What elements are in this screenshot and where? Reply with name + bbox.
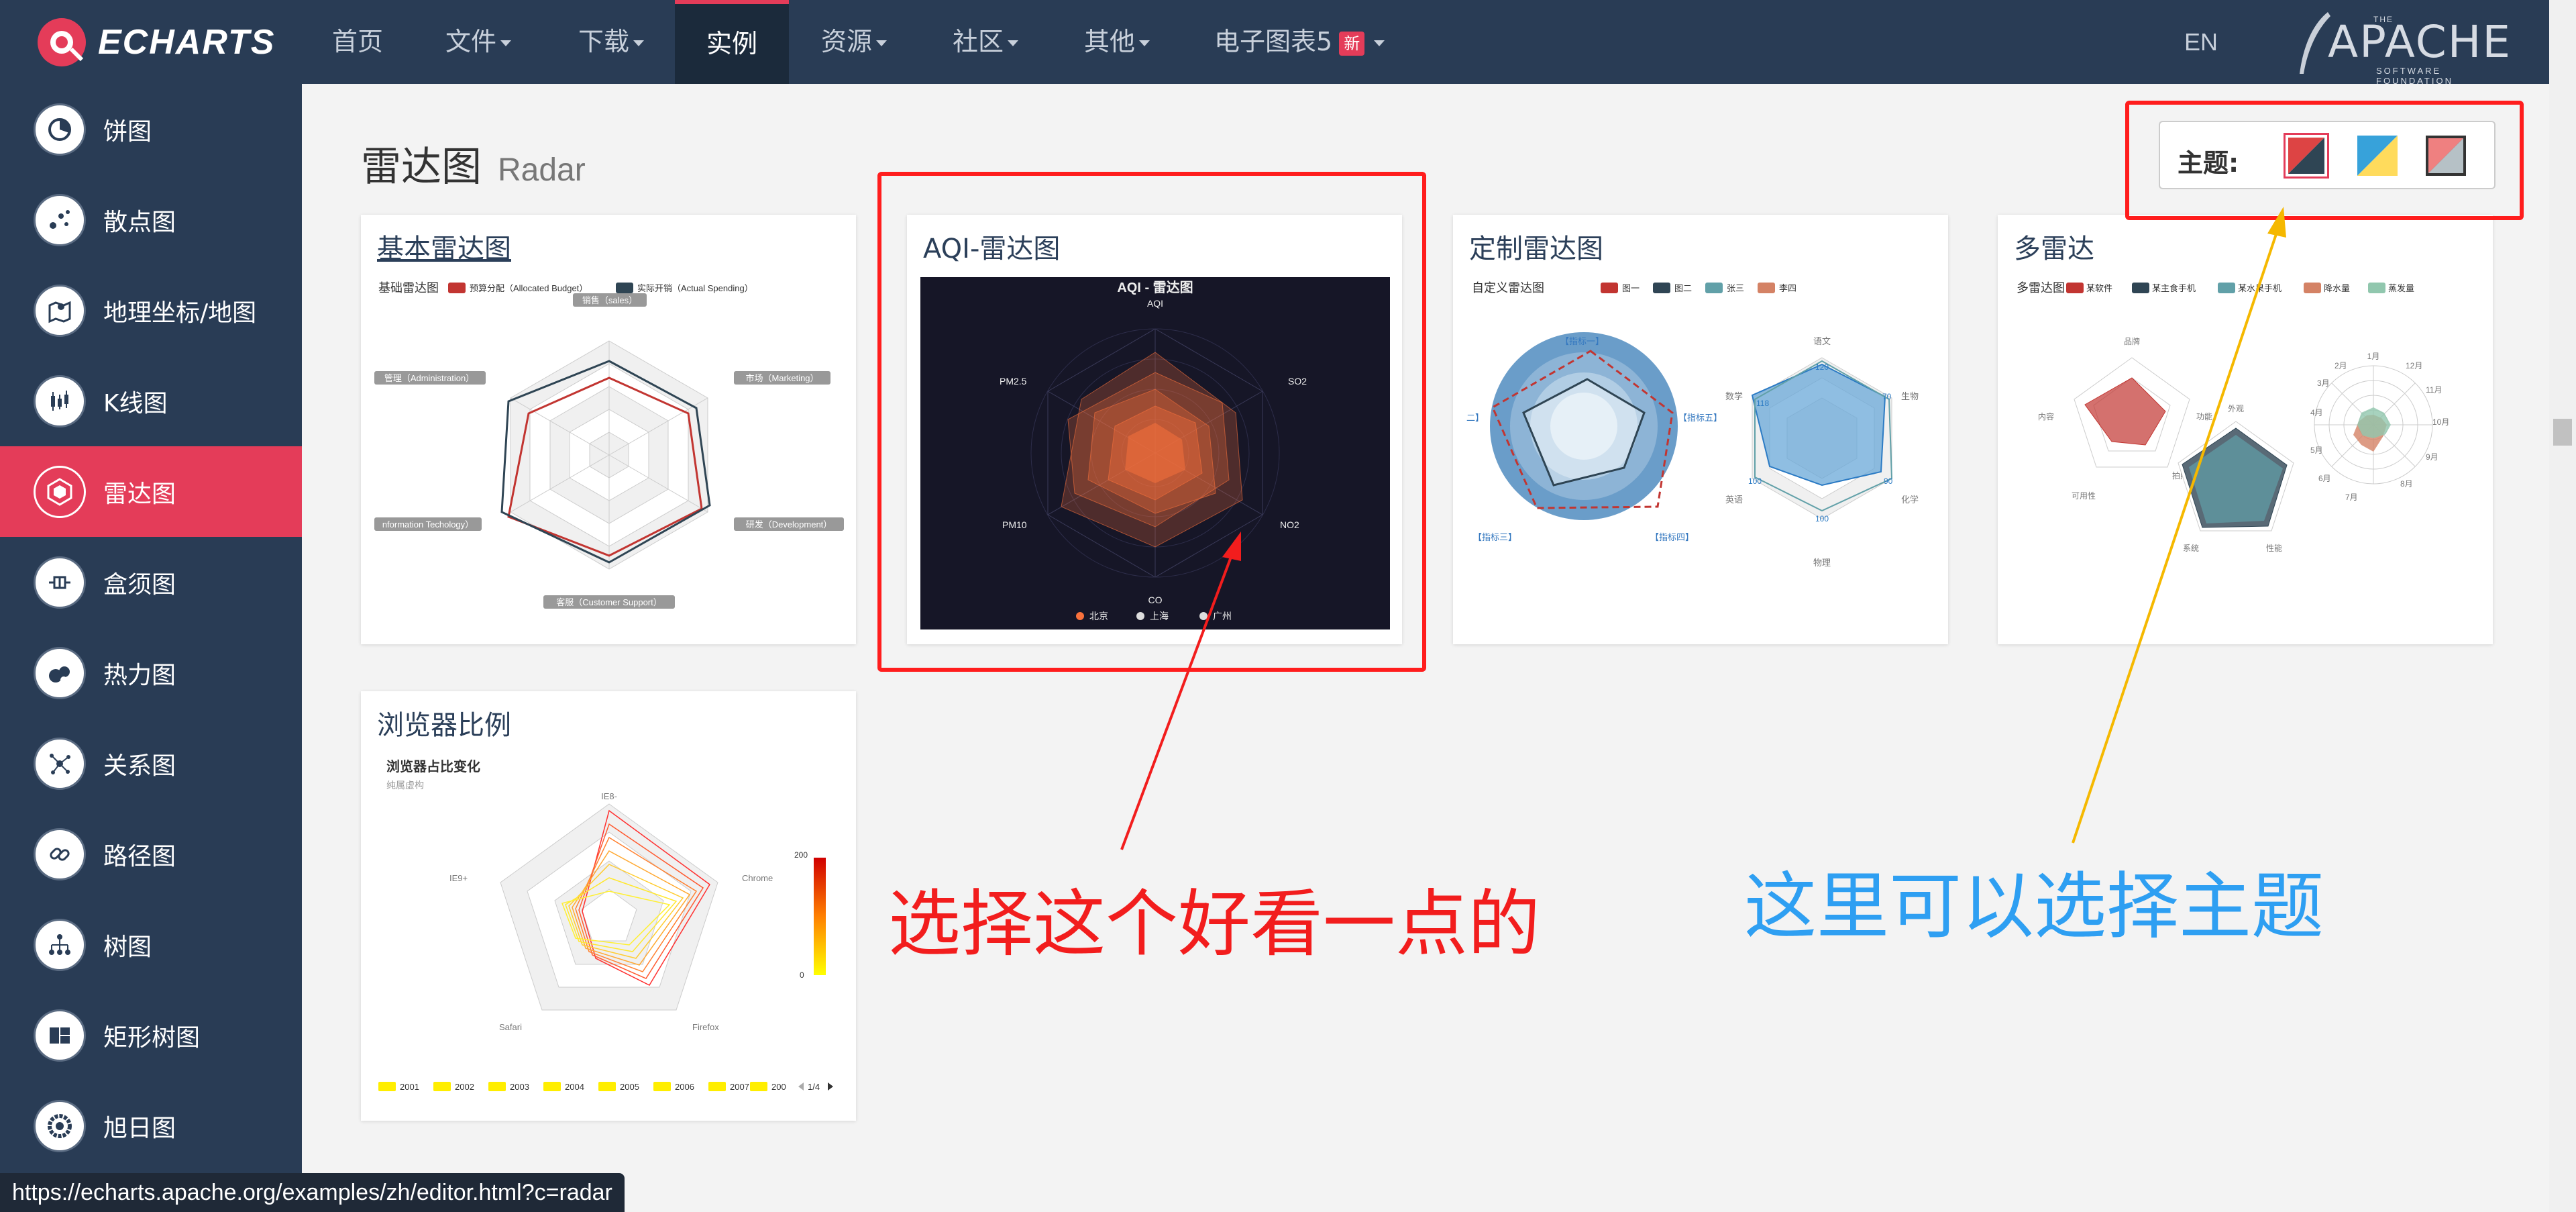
yellow-arrow-line <box>2072 228 2279 844</box>
status-url: https://echarts.apache.org/examples/zh/e… <box>0 1173 625 1212</box>
red-arrow-line <box>1120 551 1234 850</box>
annotation-right: 这里可以选择主题 <box>1744 865 2324 949</box>
red-arrow-head <box>1222 532 1241 561</box>
page-scrollbar[interactable] <box>2549 0 2576 1212</box>
annotation-arrows <box>1120 207 2286 850</box>
scrollbar-thumb[interactable] <box>2553 419 2572 446</box>
yellow-arrow-head <box>2267 207 2286 238</box>
annotation-left: 选择这个好看一点的 <box>888 882 1541 966</box>
